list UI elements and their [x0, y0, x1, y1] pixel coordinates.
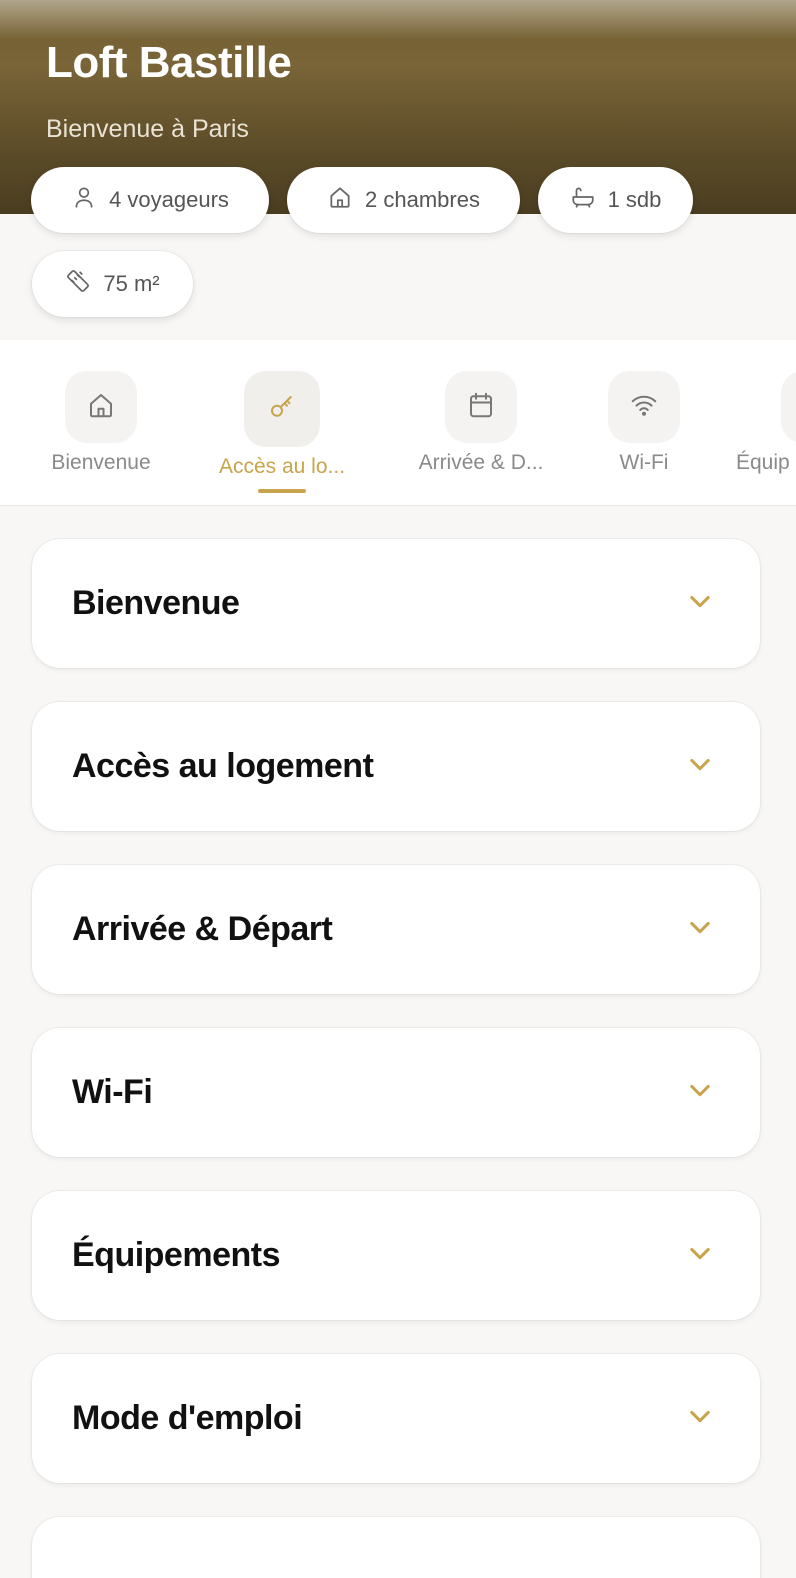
section-title: Mode d'emploi [72, 1399, 303, 1437]
tab-icon-wrapper [608, 371, 680, 443]
tab-label: Bienvenue [51, 451, 151, 474]
person-icon [71, 184, 97, 216]
hero-background-image [0, 0, 796, 40]
property-title: Loft Bastille [46, 38, 292, 87]
tab-label: Arrivée & D... [418, 451, 544, 474]
section-title: Équipements [72, 1236, 280, 1274]
chip-label: 75 m² [103, 271, 160, 296]
wifi-icon [629, 390, 659, 425]
bathtub-icon [570, 184, 596, 216]
home-icon [86, 390, 116, 425]
ruler-icon [65, 268, 91, 300]
chevron-down-icon [686, 587, 714, 620]
chevron-down-icon [686, 1402, 714, 1435]
tab-equipements[interactable]: Équip [736, 340, 796, 505]
chip-bedrooms: 2 chambres [287, 167, 520, 233]
tab-acces-logement[interactable]: Accès au lo... [210, 340, 354, 505]
property-subtitle: Bienvenue à Paris [46, 115, 249, 143]
chip-label: 2 chambres [365, 187, 480, 212]
home-icon [327, 184, 353, 216]
chip-bathrooms: 1 sdb [538, 167, 693, 233]
section-card-next[interactable] [32, 1517, 760, 1578]
key-icon [267, 392, 297, 427]
section-card-arrivee-depart[interactable]: Arrivée & Départ [32, 865, 760, 994]
chevron-down-icon [686, 1239, 714, 1272]
chip-area: 75 m² [32, 251, 193, 317]
tab-label: Équip [736, 451, 790, 474]
chip-guests: 4 voyageurs [31, 167, 269, 233]
tab-icon-wrapper [65, 371, 137, 443]
chevron-down-icon [686, 750, 714, 783]
chevron-down-icon [686, 1076, 714, 1109]
section-title: Bienvenue [72, 584, 240, 622]
section-title: Wi-Fi [72, 1073, 153, 1111]
section-title: Accès au logement [72, 747, 374, 785]
tab-label: Wi-Fi [619, 451, 669, 474]
section-card-bienvenue[interactable]: Bienvenue [32, 539, 760, 668]
tab-arrivee-depart[interactable]: Arrivée & D... [410, 340, 552, 505]
tab-icon-wrapper [445, 371, 517, 443]
tab-label: Accès au lo... [218, 455, 346, 478]
tab-bienvenue[interactable]: Bienvenue [46, 340, 156, 505]
tab-wifi[interactable]: Wi-Fi [598, 340, 690, 505]
chip-label: 4 voyageurs [109, 187, 229, 212]
active-tab-indicator [258, 489, 306, 493]
section-card-mode-emploi[interactable]: Mode d'emploi [32, 1354, 760, 1483]
section-card-equipements[interactable]: Équipements [32, 1191, 760, 1320]
section-tab-bar: Bienvenue Accès au lo... Arrivée & D... … [0, 340, 796, 506]
section-card-acces-logement[interactable]: Accès au logement [32, 702, 760, 831]
section-title: Arrivée & Départ [72, 910, 333, 948]
chip-label: 1 sdb [607, 187, 662, 212]
chevron-down-icon [686, 913, 714, 946]
tab-icon-wrapper [244, 371, 320, 447]
tab-icon-wrapper [781, 371, 796, 443]
section-card-wifi[interactable]: Wi-Fi [32, 1028, 760, 1157]
calendar-icon [466, 390, 496, 425]
